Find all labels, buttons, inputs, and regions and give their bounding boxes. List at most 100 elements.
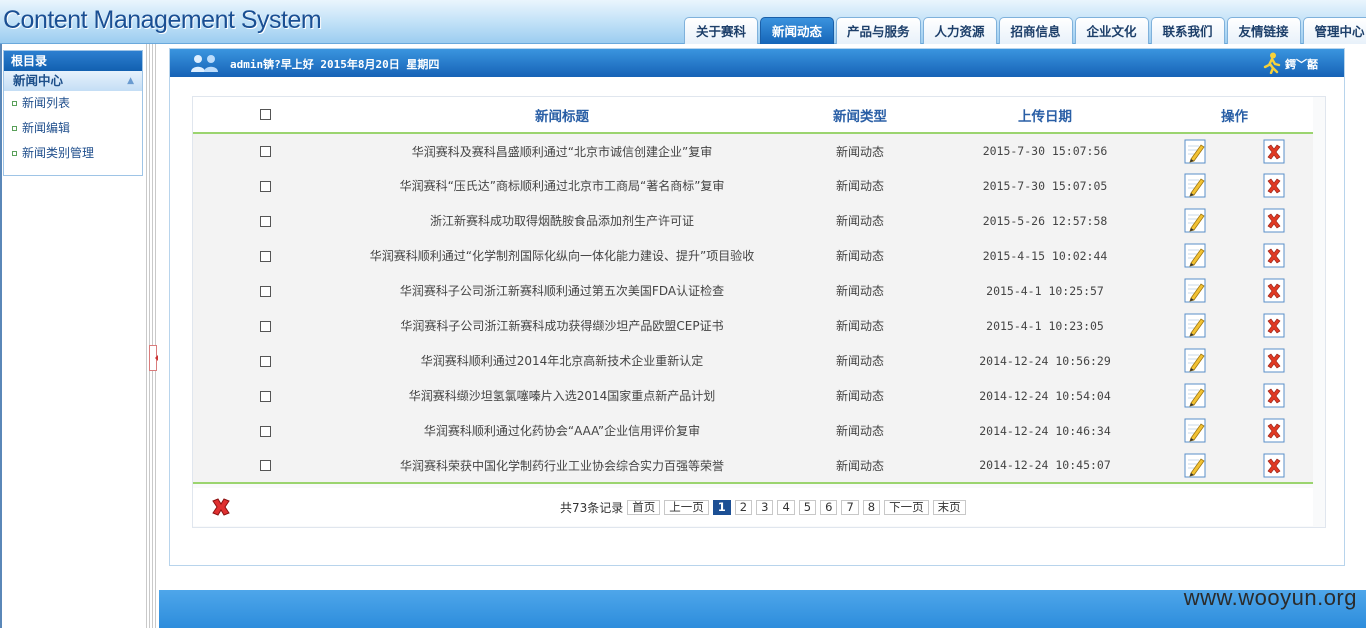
upload-date-cell: 2015-7-30 15:07:56 <box>934 133 1156 168</box>
news-title-cell[interactable]: 华润赛科缬沙坦氢氯噻嗪片入选2014国家重点新产品计划 <box>338 378 786 413</box>
row-checkbox[interactable] <box>260 390 271 402</box>
page-2[interactable]: 2 <box>734 500 753 515</box>
table-row: 华润赛科“压氏达”商标顺利通过北京市工商局“著名商标”复审 新闻动态 2015-7-… <box>193 168 1313 203</box>
edit-cell <box>1156 413 1234 448</box>
users-icon <box>191 55 218 72</box>
page-6[interactable]: 6 <box>820 500 838 515</box>
col-type[interactable]: 新闻类型 <box>786 97 934 134</box>
edit-pencil-icon[interactable] <box>1184 278 1206 303</box>
logout-link[interactable]: 鍔﹀嚭 <box>1285 56 1318 72</box>
tab-hr[interactable]: 人力资源 <box>922 17 997 44</box>
delete-cell <box>1234 168 1313 203</box>
page-next[interactable]: 下一页 <box>884 500 929 515</box>
delete-x-icon[interactable] <box>1263 313 1285 338</box>
row-checkbox[interactable] <box>260 180 271 192</box>
row-select-cell <box>193 378 338 413</box>
sidebar: 根目录 新闻中心 ▲ 新闻列表 新闻编辑 新闻类别管理 <box>3 50 143 176</box>
delete-x-icon[interactable] <box>1263 243 1285 268</box>
delete-x-icon[interactable] <box>1263 278 1285 303</box>
news-title-cell[interactable]: 华润赛科顺利通过“化学制剂国际化纵向一体化能力建设、提升”项目验收 <box>338 238 786 273</box>
edit-pencil-icon[interactable] <box>1184 139 1206 164</box>
tab-links[interactable]: 友情链接 <box>1226 17 1301 44</box>
logout-runner-icon[interactable] <box>1262 52 1282 74</box>
row-checkbox[interactable] <box>260 320 271 332</box>
page-3[interactable]: 3 <box>756 500 774 515</box>
news-title-cell[interactable]: 华润赛科顺利通过化药协会“AAA”企业信用评价复审 <box>338 413 786 448</box>
news-title-cell[interactable]: 华润赛科子公司浙江新赛科成功获得缬沙坦产品欧盟CEP证书 <box>338 308 786 343</box>
page-1[interactable]: 1 <box>712 500 731 515</box>
bulk-delete-icon[interactable] <box>210 496 232 518</box>
news-type-cell: 新闻动态 <box>786 203 934 238</box>
select-all-checkbox[interactable] <box>260 109 271 120</box>
row-checkbox[interactable] <box>260 460 271 471</box>
tab-news[interactable]: 新闻动态 <box>760 17 834 44</box>
delete-x-icon[interactable] <box>1263 208 1285 233</box>
row-checkbox[interactable] <box>260 215 271 227</box>
page-8[interactable]: 8 <box>862 500 881 515</box>
col-date[interactable]: 上传日期 <box>934 97 1156 134</box>
edit-pencil-icon[interactable] <box>1184 243 1206 268</box>
tab-contact[interactable]: 联系我们 <box>1150 17 1225 44</box>
delete-cell <box>1234 133 1313 168</box>
page-last[interactable]: 末页 <box>932 500 966 515</box>
tab-admin[interactable]: 管理中心 <box>1302 17 1366 44</box>
delete-x-icon[interactable] <box>1263 453 1285 478</box>
main-title-bar: admin锛?早上好 2015年8月20日 星期四 鍔﹀嚭 <box>170 49 1344 77</box>
delete-x-icon[interactable] <box>1263 383 1285 408</box>
news-title-cell[interactable]: 浙江新赛科成功取得烟酰胺食品添加剂生产许可证 <box>338 203 786 238</box>
edit-pencil-icon[interactable] <box>1184 208 1206 233</box>
page-5[interactable]: 5 <box>798 500 817 515</box>
edit-pencil-icon[interactable] <box>1184 383 1206 408</box>
news-title-cell[interactable]: 华润赛科“压氏达”商标顺利通过北京市工商局“著名商标”复审 <box>338 168 786 203</box>
delete-x-icon[interactable] <box>1263 139 1285 164</box>
tab-about[interactable]: 关于赛科 <box>684 17 758 44</box>
news-title-cell[interactable]: 华润赛科及赛科昌盛顺利通过“北京市诚信创建企业”复审 <box>338 133 786 168</box>
delete-x-icon[interactable] <box>1263 173 1285 198</box>
delete-cell <box>1234 448 1313 484</box>
delete-cell <box>1234 413 1313 448</box>
bullet-icon <box>12 101 17 106</box>
row-select-cell <box>193 168 338 203</box>
sidebar-item-news-list[interactable]: 新闻列表 <box>4 91 142 116</box>
col-ops: 操作 <box>1156 97 1313 134</box>
edit-cell <box>1156 448 1234 484</box>
edit-cell <box>1156 378 1234 413</box>
sidebar-section-news[interactable]: 新闻中心 ▲ <box>4 71 142 91</box>
collapse-up-icon[interactable]: ▲ <box>127 71 134 91</box>
app-title: Content Management System <box>3 6 322 34</box>
col-title[interactable]: 新闻标题 <box>338 97 786 134</box>
sidebar-section-label: 新闻中心 <box>13 73 64 88</box>
collapse-left-icon[interactable] <box>149 345 158 371</box>
row-checkbox[interactable] <box>260 425 271 437</box>
delete-cell <box>1234 203 1313 238</box>
page-7[interactable]: 7 <box>841 500 859 515</box>
news-title-cell[interactable]: 华润赛科顺利通过2014年北京高新技术企业重新认定 <box>338 343 786 378</box>
sidebar-item-news-edit[interactable]: 新闻编辑 <box>4 116 142 141</box>
sidebar-item-news-category[interactable]: 新闻类别管理 <box>4 141 142 166</box>
edit-pencil-icon[interactable] <box>1184 348 1206 373</box>
select-all-header <box>193 97 338 134</box>
tab-culture[interactable]: 企业文化 <box>1074 17 1149 44</box>
delete-cell <box>1234 343 1313 378</box>
row-checkbox[interactable] <box>260 250 271 262</box>
edit-pencil-icon[interactable] <box>1184 453 1206 478</box>
edit-cell <box>1156 238 1234 273</box>
delete-x-icon[interactable] <box>1263 418 1285 443</box>
upload-date-cell: 2015-7-30 15:07:05 <box>934 168 1156 203</box>
row-checkbox[interactable] <box>260 355 271 367</box>
edit-pencil-icon[interactable] <box>1184 173 1206 198</box>
edit-pencil-icon[interactable] <box>1184 313 1206 338</box>
page-first[interactable]: 首页 <box>627 500 661 515</box>
row-checkbox[interactable] <box>260 285 271 297</box>
delete-x-icon[interactable] <box>1263 348 1285 373</box>
row-checkbox[interactable] <box>260 146 271 157</box>
news-title-cell[interactable]: 华润赛科子公司浙江新赛科顺利通过第五次美国FDA认证检查 <box>338 273 786 308</box>
page-4[interactable]: 4 <box>777 500 795 515</box>
edit-pencil-icon[interactable] <box>1184 418 1206 443</box>
news-title-cell[interactable]: 华润赛科荣获中国化学制药行业工业协会综合实力百强等荣誉 <box>338 448 786 484</box>
tab-products[interactable]: 产品与服务 <box>836 17 921 44</box>
tab-investment[interactable]: 招商信息 <box>998 17 1073 44</box>
frame-splitter[interactable] <box>146 44 158 628</box>
page-prev[interactable]: 上一页 <box>664 500 709 515</box>
delete-cell <box>1234 238 1313 273</box>
